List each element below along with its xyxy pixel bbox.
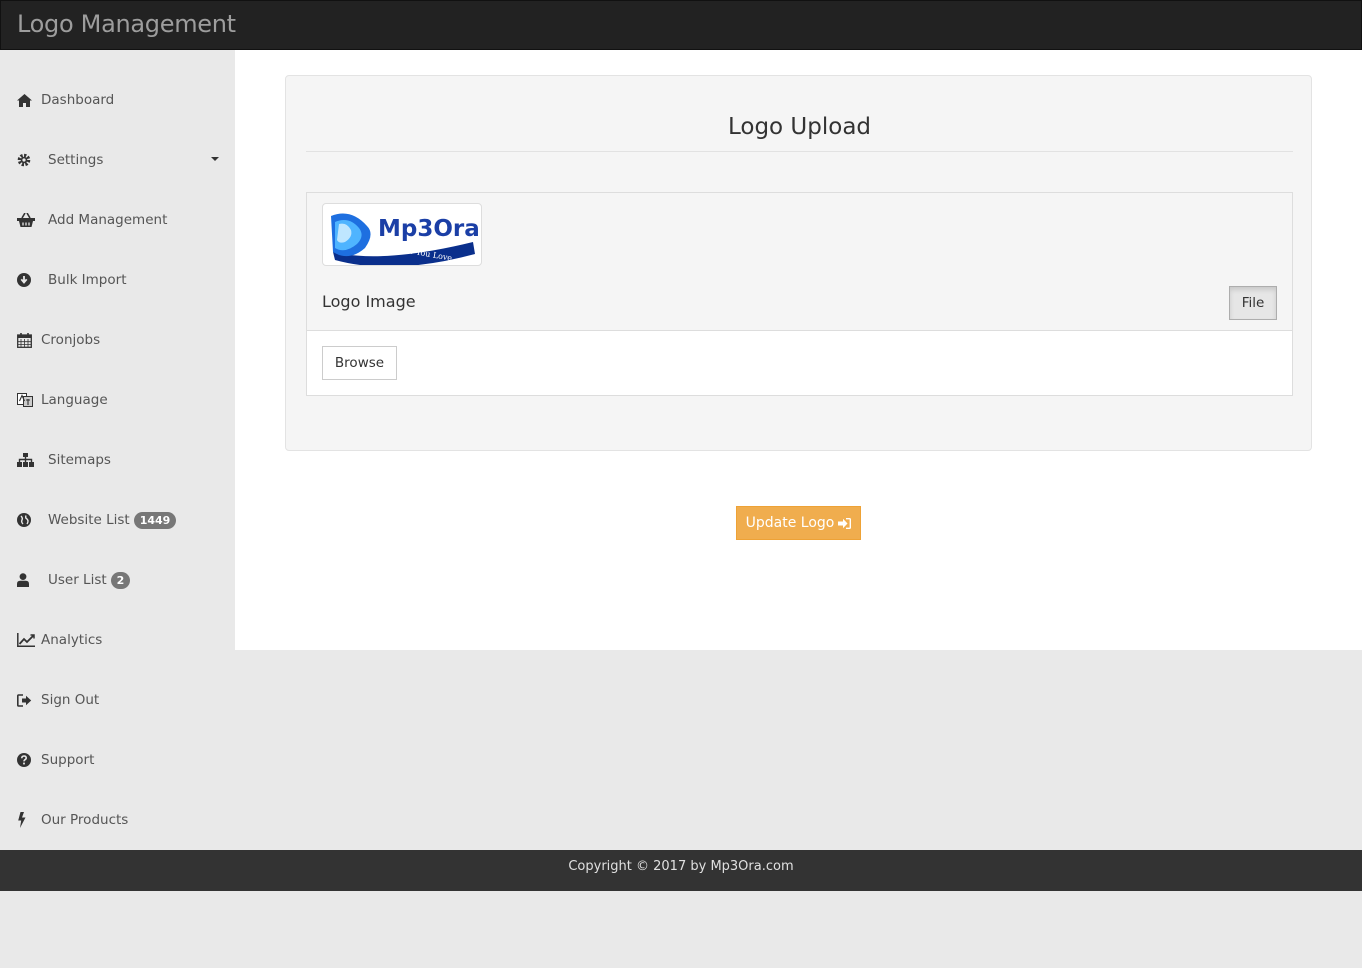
sidebar-item-settings[interactable]: Settings: [0, 130, 235, 190]
user-count-badge: 2: [110, 571, 131, 589]
sidebar-item-cronjobs[interactable]: Cronjobs: [0, 310, 235, 370]
calendar-icon: [17, 332, 37, 348]
sign-in-icon: [838, 517, 852, 529]
panel-heading: Mp3Ora Music You Love Logo Image File: [307, 193, 1292, 331]
bolt-icon: [17, 812, 37, 828]
chevron-down-icon: [211, 157, 219, 161]
sidebar-item-label: Add Management: [48, 212, 168, 228]
copyright-text: Copyright © 2017 by Mp3Ora.com: [568, 859, 794, 874]
top-navbar: Logo Management: [0, 0, 1362, 50]
sidebar-item-language[interactable]: Language: [0, 370, 235, 430]
title-divider: [306, 151, 1293, 152]
sidebar-item-label: Bulk Import: [48, 272, 127, 288]
basket-icon: [17, 212, 44, 228]
mp3ora-logo-image: Mp3Ora Music You Love: [331, 213, 480, 265]
update-logo-label: Update Logo: [745, 515, 835, 531]
sidebar-item-label: User List: [48, 572, 107, 588]
sitemap-icon: [17, 452, 44, 468]
sidebar-item-label: Analytics: [41, 632, 103, 648]
sidebar-item-label: Our Products: [41, 812, 129, 828]
update-logo-button[interactable]: Update Logo: [736, 506, 861, 540]
sidebar-item-label: Website List: [48, 512, 130, 528]
sidebar-item-label: Sign Out: [41, 692, 100, 708]
home-icon: [17, 92, 37, 108]
sidebar-item-our-products[interactable]: Our Products: [0, 790, 235, 850]
logo-image-label: Logo Image: [322, 292, 416, 311]
user-icon: [17, 572, 44, 588]
sidebar-item-user-list[interactable]: User List 2: [0, 550, 235, 610]
sidebar-item-website-list[interactable]: Website List 1449: [0, 490, 235, 550]
website-count-badge: 1449: [133, 511, 177, 529]
gear-icon: [17, 152, 44, 168]
sign-out-icon: [17, 692, 37, 708]
sidebar-item-label: Dashboard: [41, 92, 115, 108]
main-content: Logo Upload Mp3Ora Music You Love Logo I…: [235, 50, 1362, 650]
sidebar-item-label: Support: [41, 752, 95, 768]
page-title: Logo Upload: [727, 114, 872, 140]
sidebar-item-dashboard[interactable]: Dashboard: [0, 70, 235, 130]
language-icon: [17, 392, 37, 408]
sidebar-item-sign-out[interactable]: Sign Out: [0, 670, 235, 730]
current-logo-thumbnail: Mp3Ora Music You Love: [322, 203, 482, 266]
logo-wordmark: Mp3Ora: [378, 216, 480, 242]
sidebar-item-analytics[interactable]: Analytics: [0, 610, 235, 670]
sidebar-item-label: Settings: [48, 152, 104, 168]
question-circle-icon: [17, 752, 37, 768]
line-chart-icon: [17, 632, 37, 648]
sidebar-item-sitemaps[interactable]: Sitemaps: [0, 430, 235, 490]
logo-image-panel: Mp3Ora Music You Love Logo Image File Br…: [306, 192, 1293, 396]
sidebar-item-bulk-import[interactable]: Bulk Import: [0, 250, 235, 310]
browse-button[interactable]: Browse: [322, 346, 397, 380]
logo-upload-well: Logo Upload Mp3Ora Music You Love Logo I…: [285, 75, 1312, 451]
sidebar: Dashboard Settings Add Management Bulk I…: [0, 50, 235, 850]
sidebar-item-add-management[interactable]: Add Management: [0, 190, 235, 250]
sidebar-item-label: Cronjobs: [41, 332, 101, 348]
globe-icon: [17, 512, 44, 528]
sidebar-item-label: Sitemaps: [48, 452, 111, 468]
app-title[interactable]: Logo Management: [17, 10, 236, 38]
file-button[interactable]: File: [1229, 286, 1277, 320]
sidebar-item-label: Language: [41, 392, 108, 408]
sidebar-item-support[interactable]: Support: [0, 730, 235, 790]
footer: Copyright © 2017 by Mp3Ora.com: [0, 850, 1362, 891]
download-circle-icon: [17, 272, 44, 288]
